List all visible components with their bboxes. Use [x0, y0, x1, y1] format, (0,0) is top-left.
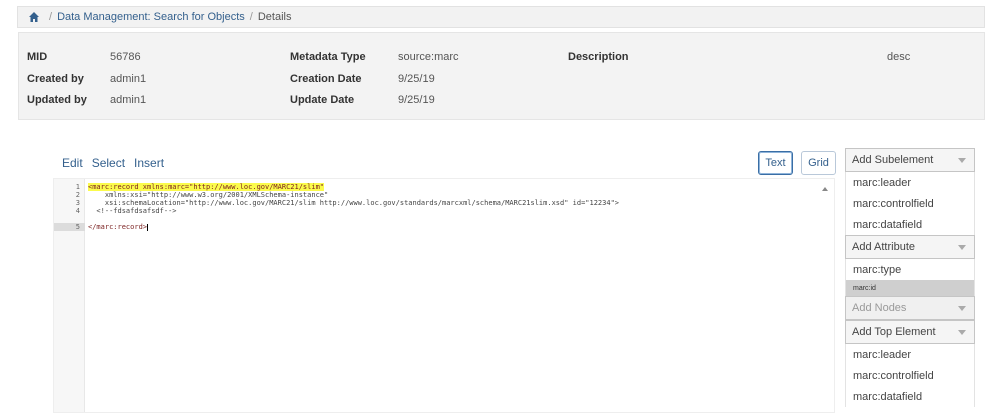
code-line: xmlns:xsi="http://www.w3.org/2001/XMLSch…	[88, 191, 329, 199]
chevron-down-icon	[958, 329, 966, 335]
breadcrumb: / Data Management: Search for Objects / …	[17, 6, 985, 28]
breadcrumb-separator: /	[49, 11, 53, 23]
line-number: 3	[75, 199, 80, 207]
line-number: 4	[75, 207, 80, 215]
text-view-button[interactable]: Text	[758, 151, 793, 175]
menu-insert[interactable]: Insert	[134, 156, 164, 170]
update-date-value: 9/25/19	[398, 94, 435, 106]
created-by-label: Created by	[27, 73, 84, 85]
editor-menu: Edit Select Insert	[62, 156, 164, 170]
subelement-option[interactable]: marc:datafield	[846, 214, 974, 235]
add-top-element-label: Add Top Element	[852, 326, 936, 338]
code-line-last: </marc:record>	[88, 223, 149, 231]
closing-tag: </marc:record>	[88, 223, 148, 231]
highlighted-code: <marc:record xmlns:marc="http://www.loc.…	[88, 183, 325, 191]
add-nodes-dropdown[interactable]: Add Nodes	[845, 296, 975, 320]
text-cursor	[147, 223, 149, 231]
attribute-option-selected[interactable]: marc:id	[846, 280, 974, 296]
created-by-value: admin1	[110, 73, 147, 85]
details-panel: MID 56786 Created by admin1 Updated by a…	[18, 32, 985, 120]
grid-view-button[interactable]: Grid	[801, 151, 836, 175]
active-line-marker	[54, 223, 85, 231]
chevron-down-icon	[958, 157, 966, 163]
mid-label: MID	[27, 51, 48, 63]
add-top-element-dropdown[interactable]: Add Top Element	[845, 320, 975, 344]
creation-date-value: 9/25/19	[398, 73, 435, 85]
mid-value: 56786	[110, 51, 141, 63]
top-element-option[interactable]: marc:controlfield	[846, 365, 974, 386]
line-number: 2	[75, 191, 80, 199]
menu-edit[interactable]: Edit	[62, 156, 83, 170]
updated-by-value: admin1	[110, 94, 147, 106]
description-value: desc	[887, 51, 911, 63]
add-attribute-dropdown[interactable]: Add Attribute	[845, 235, 975, 259]
description-label: Description	[568, 51, 629, 63]
top-element-option[interactable]: marc:datafield	[846, 386, 974, 407]
update-date-label: Update Date	[290, 94, 355, 106]
subelement-option[interactable]: marc:leader	[846, 172, 974, 193]
subelement-option[interactable]: marc:controlfield	[846, 193, 974, 214]
top-element-option[interactable]: marc:leader	[846, 344, 974, 365]
breadcrumb-current: Details	[257, 11, 292, 23]
side-panel: Add Subelement marc:leader marc:controlf…	[845, 148, 975, 407]
add-attribute-label: Add Attribute	[852, 241, 915, 253]
breadcrumb-separator: /	[249, 11, 253, 23]
code-line: <!--fdsafdsafsdf-->	[88, 207, 177, 215]
top-element-list: marc:leader marc:controlfield marc:dataf…	[845, 344, 975, 407]
chevron-down-icon	[958, 244, 966, 250]
metadata-type-value: source:marc	[398, 51, 459, 63]
chevron-down-icon	[958, 305, 966, 311]
subelement-list: marc:leader marc:controlfield marc:dataf…	[845, 172, 975, 235]
line-number: 5	[75, 223, 80, 231]
updated-by-label: Updated by	[27, 94, 87, 106]
home-icon[interactable]	[28, 11, 40, 23]
attribute-list: marc:type marc:id	[845, 259, 975, 296]
add-subelement-label: Add Subelement	[852, 154, 934, 166]
scroll-up-icon[interactable]	[822, 187, 828, 191]
metadata-type-label: Metadata Type	[290, 51, 366, 63]
attribute-option[interactable]: marc:type	[846, 259, 974, 280]
line-number-gutter: 1 2 3 4 5	[54, 179, 85, 412]
creation-date-label: Creation Date	[290, 73, 362, 85]
code-line: xsi:schemaLocation="http://www.loc.gov/M…	[88, 199, 620, 207]
add-nodes-label: Add Nodes	[852, 302, 907, 314]
breadcrumb-link-search[interactable]: Data Management: Search for Objects	[57, 11, 245, 23]
menu-select[interactable]: Select	[92, 156, 125, 170]
line-number: 1	[75, 183, 80, 191]
code-line: <marc:record xmlns:marc="http://www.loc.…	[88, 183, 325, 191]
add-subelement-dropdown[interactable]: Add Subelement	[845, 148, 975, 172]
xml-code-editor[interactable]: 1 2 3 4 5 <marc:record xmlns:marc="http:…	[53, 178, 835, 413]
